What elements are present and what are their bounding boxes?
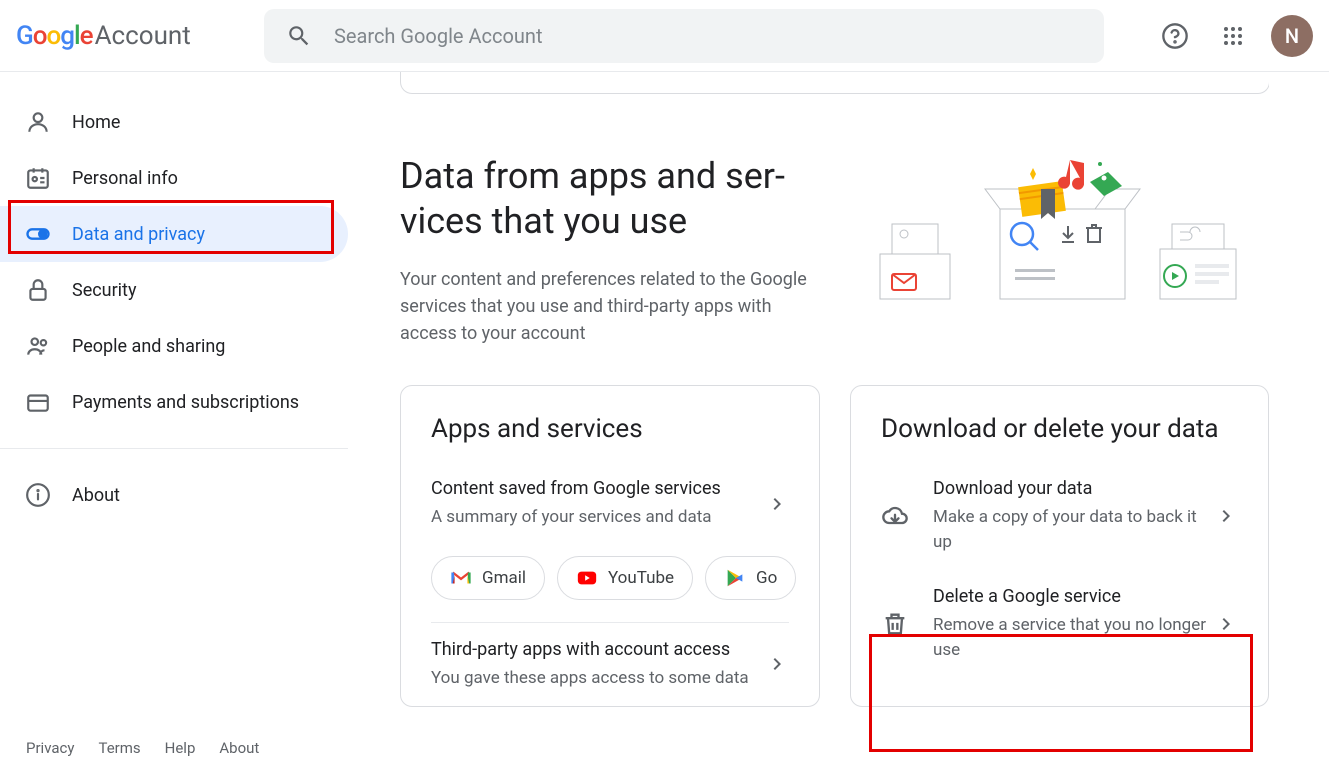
home-icon bbox=[24, 108, 52, 136]
account-text: Account bbox=[95, 21, 191, 51]
hero-illustration bbox=[870, 154, 1250, 324]
chip-play[interactable]: Go bbox=[705, 556, 796, 600]
lock-icon bbox=[24, 276, 52, 304]
download-delete-card: Download or delete your data Download yo… bbox=[850, 385, 1269, 707]
item-title: Third-party apps with account access bbox=[431, 639, 765, 660]
sidebar: Home Personal info Data and privacy Secu… bbox=[0, 72, 348, 769]
header: Google Account N bbox=[0, 0, 1329, 72]
item-subtitle: Remove a service that you no longer use bbox=[933, 613, 1214, 662]
search-input[interactable] bbox=[334, 24, 1082, 48]
nav: Home Personal info Data and privacy Secu… bbox=[0, 72, 348, 523]
chevron-right-icon bbox=[1214, 612, 1238, 636]
footer-privacy[interactable]: Privacy bbox=[26, 739, 74, 757]
nav-divider bbox=[0, 448, 348, 449]
footer-about[interactable]: About bbox=[219, 739, 259, 757]
item-subtitle: You gave these apps access to some data bbox=[431, 666, 765, 691]
personal-info-icon bbox=[24, 164, 52, 192]
google-logo: Google bbox=[16, 21, 93, 51]
youtube-icon bbox=[576, 567, 598, 589]
chip-youtube[interactable]: YouTube bbox=[557, 556, 693, 600]
search-icon bbox=[286, 23, 312, 49]
content-saved-item[interactable]: Content saved from Google services A sum… bbox=[401, 462, 819, 546]
nav-data-privacy[interactable]: Data and privacy bbox=[0, 206, 348, 262]
chip-gmail[interactable]: Gmail bbox=[431, 556, 545, 600]
search-bar[interactable] bbox=[264, 9, 1104, 63]
nav-about[interactable]: About bbox=[0, 467, 348, 523]
section-title: Data from apps and ser­vices that you us… bbox=[400, 154, 830, 244]
section-text: Data from apps and ser­vices that you us… bbox=[400, 154, 830, 347]
gmail-icon bbox=[450, 567, 472, 589]
section-head: Data from apps and ser­vices that you us… bbox=[400, 154, 1269, 347]
chip-label: Go bbox=[756, 568, 777, 588]
nav-label: Security bbox=[72, 280, 136, 301]
play-icon bbox=[724, 567, 746, 589]
nav-security[interactable]: Security bbox=[0, 262, 348, 318]
info-icon bbox=[24, 481, 52, 509]
toggle-icon bbox=[24, 220, 52, 248]
chevron-right-icon bbox=[1214, 504, 1238, 528]
chevron-right-icon bbox=[765, 652, 789, 676]
apps-grid-icon bbox=[1221, 24, 1245, 48]
nav-label: Personal info bbox=[72, 168, 178, 189]
download-data-item[interactable]: Download your data Make a copy of your d… bbox=[851, 462, 1268, 570]
cloud-download-icon bbox=[881, 502, 909, 530]
avatar[interactable]: N bbox=[1271, 15, 1313, 57]
help-icon bbox=[1161, 22, 1189, 50]
footer-help[interactable]: Help bbox=[165, 739, 196, 757]
nav-payments[interactable]: Payments and subscriptions bbox=[0, 374, 348, 430]
header-right: N bbox=[1125, 15, 1313, 57]
item-subtitle: A summary of your services and data bbox=[431, 505, 765, 530]
nav-home[interactable]: Home bbox=[0, 94, 348, 150]
item-title: Download your data bbox=[933, 478, 1214, 499]
chip-label: YouTube bbox=[608, 568, 674, 588]
nav-label: Data and privacy bbox=[72, 224, 205, 245]
nav-label: Home bbox=[72, 112, 120, 133]
chevron-right-icon bbox=[765, 492, 789, 516]
item-title: Delete a Google service bbox=[933, 586, 1214, 607]
nav-personal-info[interactable]: Personal info bbox=[0, 150, 348, 206]
prev-card-stub bbox=[400, 72, 1269, 94]
people-icon bbox=[24, 332, 52, 360]
cards-row: Apps and services Content saved from Goo… bbox=[400, 385, 1269, 707]
delete-service-item[interactable]: Delete a Google service Remove a service… bbox=[851, 570, 1268, 678]
footer-links: Privacy Terms Help About bbox=[26, 739, 259, 757]
apps-services-card: Apps and services Content saved from Goo… bbox=[400, 385, 820, 707]
item-subtitle: Make a copy of your data to back it up bbox=[933, 505, 1214, 554]
section-subtitle: Your content and preferences related to … bbox=[400, 266, 830, 347]
nav-label: Payments and subscriptions bbox=[72, 392, 299, 413]
chip-label: Gmail bbox=[482, 568, 526, 588]
nav-label: People and sharing bbox=[72, 336, 225, 357]
card-title: Apps and services bbox=[401, 414, 819, 462]
footer-terms[interactable]: Terms bbox=[98, 739, 140, 757]
help-button[interactable] bbox=[1155, 16, 1195, 56]
nav-label: About bbox=[72, 485, 120, 506]
apps-button[interactable] bbox=[1213, 16, 1253, 56]
service-chips: Gmail YouTube Go bbox=[401, 546, 819, 622]
card-icon bbox=[24, 388, 52, 416]
card-title: Download or delete your data bbox=[851, 414, 1268, 462]
item-title: Content saved from Google services bbox=[431, 478, 765, 499]
trash-icon bbox=[881, 610, 909, 638]
nav-people-sharing[interactable]: People and sharing bbox=[0, 318, 348, 374]
logo-block[interactable]: Google Account bbox=[16, 21, 264, 51]
third-party-item[interactable]: Third-party apps with account access You… bbox=[401, 623, 819, 707]
main: Data from apps and ser­vices that you us… bbox=[400, 72, 1269, 769]
